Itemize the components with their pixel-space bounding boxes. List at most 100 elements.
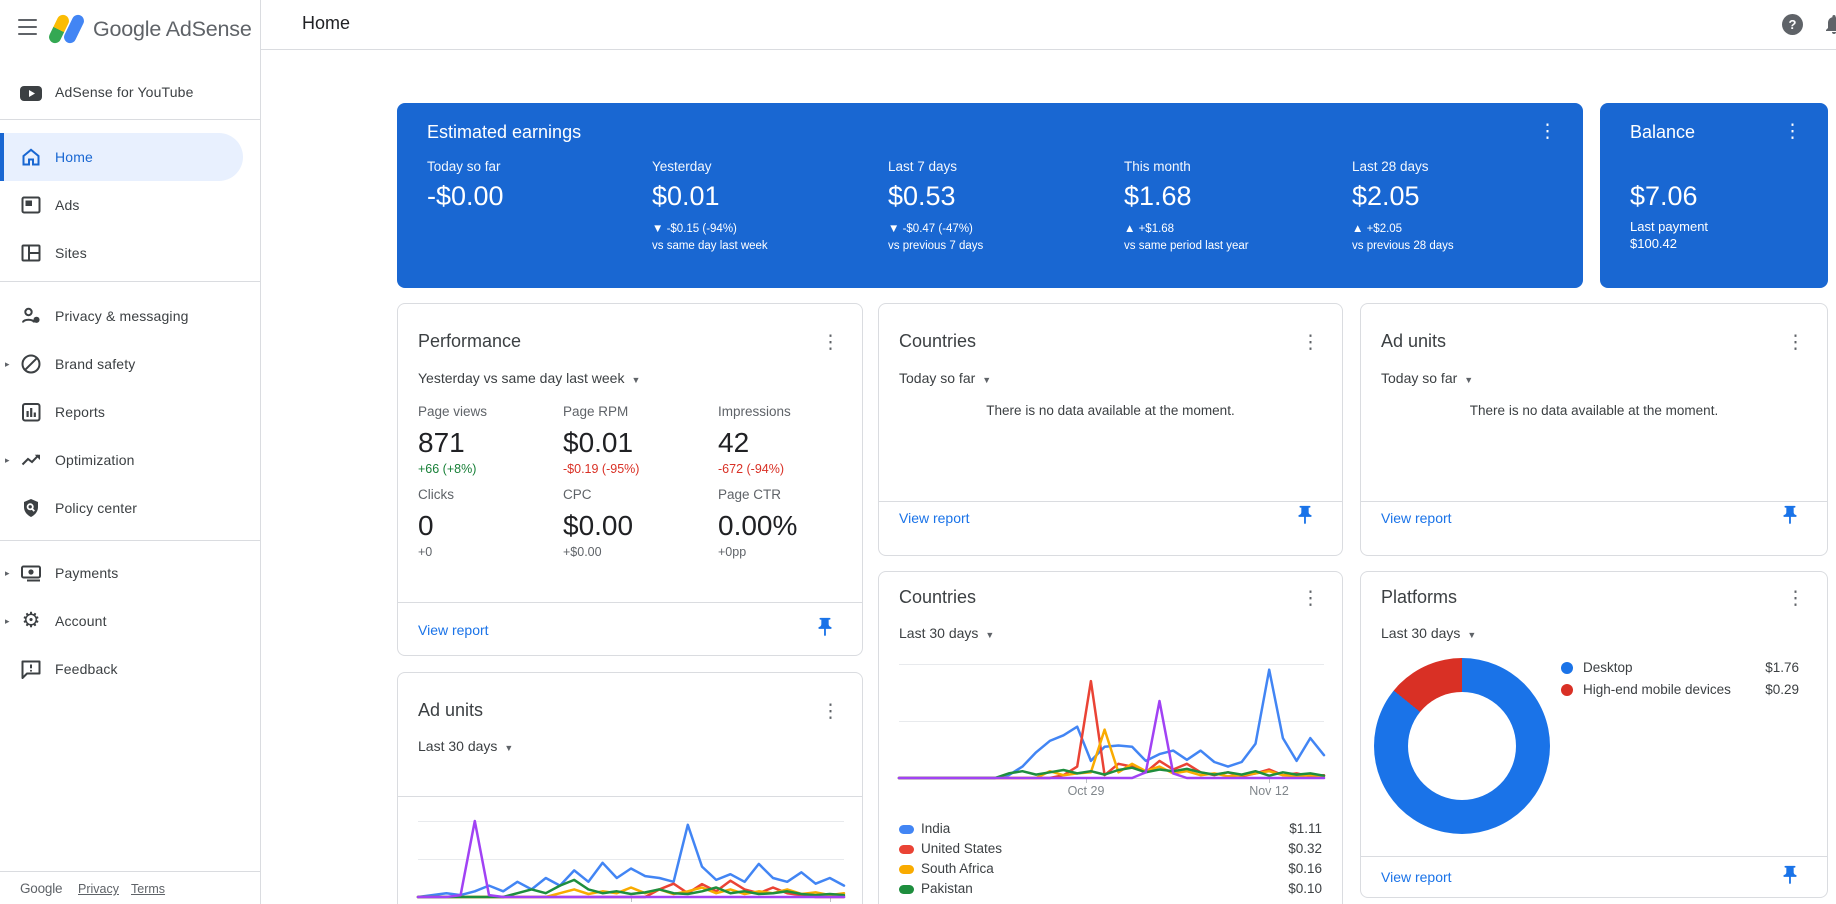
card-menu-kebab-icon[interactable]: ⋮: [1532, 120, 1563, 143]
policy-center-icon: [19, 496, 43, 520]
adsense-logo-text: Google AdSense: [93, 16, 252, 41]
countries-today-card: Countries ⋮ Today so far ▼ There is no da…: [878, 303, 1343, 556]
balance-value: $7.06: [1630, 181, 1698, 211]
adsense-logo: Google AdSense: [47, 9, 252, 49]
sidebar-item-ads[interactable]: Ads: [0, 181, 261, 229]
pin-icon[interactable]: [1294, 504, 1316, 526]
page-title: Home: [302, 13, 351, 33]
feedback-icon: [19, 657, 43, 681]
adsense-dashboard: Google AdSense AdSense for YouTube Home …: [0, 0, 1836, 904]
x-tick-label: Nov 12: [1249, 784, 1289, 798]
card-title: Estimated earnings: [427, 122, 582, 142]
card-menu-kebab-icon[interactable]: ⋮: [1780, 331, 1811, 354]
sidebar-footer: Google Privacy Terms: [0, 871, 261, 904]
no-data-message: There is no data available at the moment…: [1469, 403, 1719, 418]
sidebar-item-policy-center[interactable]: Policy center: [0, 484, 261, 532]
estimated-earnings-card: Estimated earnings ⋮ Today so far -$0.00…: [397, 103, 1583, 288]
pin-icon[interactable]: [814, 616, 836, 638]
date-range-dropdown[interactable]: Today so far ▼: [899, 370, 991, 386]
sidebar-item-optimization[interactable]: ▸ Optimization: [0, 436, 261, 484]
account-gear-icon: ⚙: [21, 609, 41, 632]
legend-swatch: [899, 825, 914, 834]
sidebar-item-reports[interactable]: Reports: [0, 388, 261, 436]
date-range-dropdown[interactable]: Yesterday vs same day last week ▼: [418, 370, 640, 386]
card-menu-kebab-icon[interactable]: ⋮: [1295, 331, 1326, 354]
terms-link[interactable]: Terms: [131, 882, 165, 896]
pin-icon[interactable]: [1779, 864, 1801, 886]
sites-icon: [19, 241, 43, 265]
hamburger-menu-icon[interactable]: [17, 17, 41, 37]
card-menu-kebab-icon[interactable]: ⋮: [815, 700, 846, 723]
card-menu-kebab-icon[interactable]: ⋮: [1780, 587, 1811, 610]
date-range-dropdown[interactable]: Last 30 days ▼: [418, 738, 513, 754]
card-title: Ad units: [418, 700, 484, 720]
expand-arrow-icon[interactable]: ▸: [5, 340, 10, 388]
card-menu-kebab-icon[interactable]: ⋮: [815, 331, 846, 354]
sidebar-item-adsense-for-youtube[interactable]: AdSense for YouTube: [0, 70, 261, 114]
dropdown-arrow-icon: ▼: [1464, 375, 1474, 385]
legend-row: India $1.11: [899, 820, 1322, 840]
sidebar-item-account[interactable]: ▸ ⚙ Account: [0, 597, 261, 645]
legend-row: Desktop $1.76: [1561, 659, 1799, 679]
youtube-icon: [19, 81, 43, 105]
balance-card: Balance ⋮ $7.06 Last payment $100.42: [1600, 103, 1828, 288]
platforms-card: Platforms ⋮ Last 30 days ▼ Desktop $1.76 …: [1360, 571, 1828, 898]
privacy-link[interactable]: Privacy: [78, 882, 119, 896]
dropdown-arrow-icon: ▼: [982, 375, 992, 385]
platforms-donut-chart: [1374, 658, 1550, 834]
view-report-link[interactable]: View report: [418, 622, 489, 638]
google-wordmark: Google: [20, 881, 63, 896]
payments-icon: [19, 561, 43, 585]
date-range-dropdown[interactable]: Today so far ▼: [1381, 370, 1473, 386]
home-icon: [19, 145, 43, 169]
notifications-bell-icon[interactable]: [1822, 12, 1836, 36]
card-menu-kebab-icon[interactable]: ⋮: [1295, 587, 1326, 610]
dropdown-arrow-icon: ▼: [504, 743, 514, 753]
privacy-messaging-icon: [19, 304, 43, 328]
sidebar-item-privacy-messaging[interactable]: Privacy & messaging: [0, 292, 261, 340]
reports-icon: [19, 400, 43, 424]
sidebar-divider: [0, 281, 261, 282]
card-menu-kebab-icon[interactable]: ⋮: [1777, 120, 1808, 143]
card-divider: [879, 501, 1342, 502]
card-divider: [1361, 501, 1827, 502]
view-report-link[interactable]: View report: [899, 510, 970, 526]
card-title: Platforms: [1381, 587, 1458, 607]
expand-arrow-icon[interactable]: ▸: [5, 597, 10, 645]
expand-arrow-icon[interactable]: ▸: [5, 436, 10, 484]
legend-swatch: [899, 845, 914, 854]
sidebar-item-home[interactable]: Home: [0, 133, 261, 181]
delta-up: ▲ +$1.68: [1124, 223, 1175, 235]
card-divider: [1361, 856, 1827, 857]
performance-card: Performance ⋮ Yesterday vs same day last…: [397, 303, 863, 656]
adunits-line-chart: [416, 819, 846, 899]
delta-up: ▲ +$2.05: [1352, 223, 1403, 235]
sidebar-item-feedback[interactable]: Feedback: [0, 645, 261, 693]
pin-icon[interactable]: [1779, 504, 1801, 526]
legend-swatch: [899, 865, 914, 874]
sidebar: Google AdSense AdSense for YouTube Home …: [0, 0, 261, 904]
card-title: Balance: [1630, 122, 1696, 142]
expand-arrow-icon[interactable]: ▸: [5, 549, 10, 597]
x-tick-label: Oct 29: [1067, 784, 1105, 798]
sidebar-item-sites[interactable]: Sites: [0, 229, 261, 277]
legend-row: High-end mobile devices $0.29: [1561, 681, 1799, 701]
date-range-dropdown[interactable]: Last 30 days ▼: [1381, 625, 1476, 641]
view-report-link[interactable]: View report: [1381, 869, 1452, 885]
legend-row: United States $0.32: [899, 840, 1322, 860]
date-range-dropdown[interactable]: Last 30 days ▼: [899, 625, 994, 641]
card-title: Performance: [418, 331, 522, 351]
view-report-link[interactable]: View report: [1381, 510, 1452, 526]
legend-dot: [1561, 662, 1573, 674]
adunits-month-card: Ad units ⋮ Last 30 days▼ Oct 29 Nov 12: [397, 672, 863, 904]
legend-row: South Africa $0.16: [899, 860, 1322, 880]
sidebar-header: Google AdSense: [0, 0, 261, 58]
adsense-logo-icon: [47, 11, 86, 47]
legend-swatch: [899, 885, 914, 894]
adunits-today-card: Ad units ⋮ Today so far ▼ There is no dat…: [1360, 303, 1828, 556]
sidebar-item-payments[interactable]: ▸ Payments: [0, 549, 261, 597]
delta-down: ▼ -$0.15 (-94%): [652, 223, 737, 235]
sidebar-item-brand-safety[interactable]: ▸ Brand safety: [0, 340, 261, 388]
sidebar-divider: [0, 540, 261, 541]
help-icon[interactable]: ?: [1782, 14, 1803, 35]
